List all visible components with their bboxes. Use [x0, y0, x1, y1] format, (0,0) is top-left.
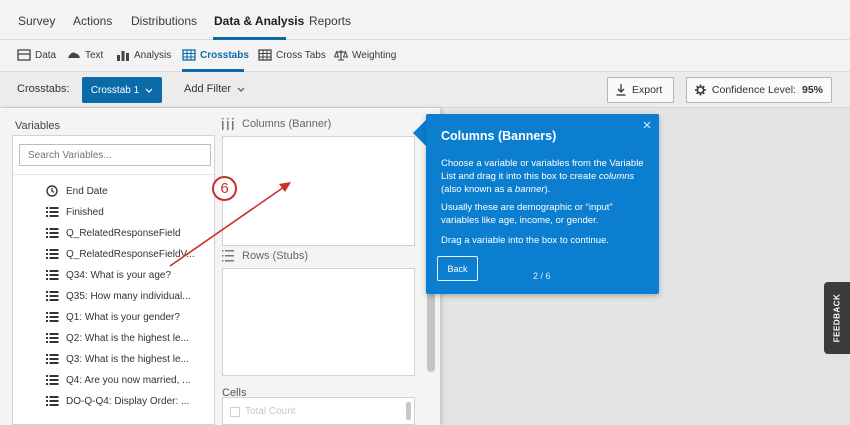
annotation-arrow: [169, 182, 291, 267]
feedback-tab[interactable]: FEEDBACK: [824, 282, 850, 354]
feedback-label: FEEDBACK: [832, 293, 842, 343]
step-number-badge: 6: [212, 176, 237, 201]
